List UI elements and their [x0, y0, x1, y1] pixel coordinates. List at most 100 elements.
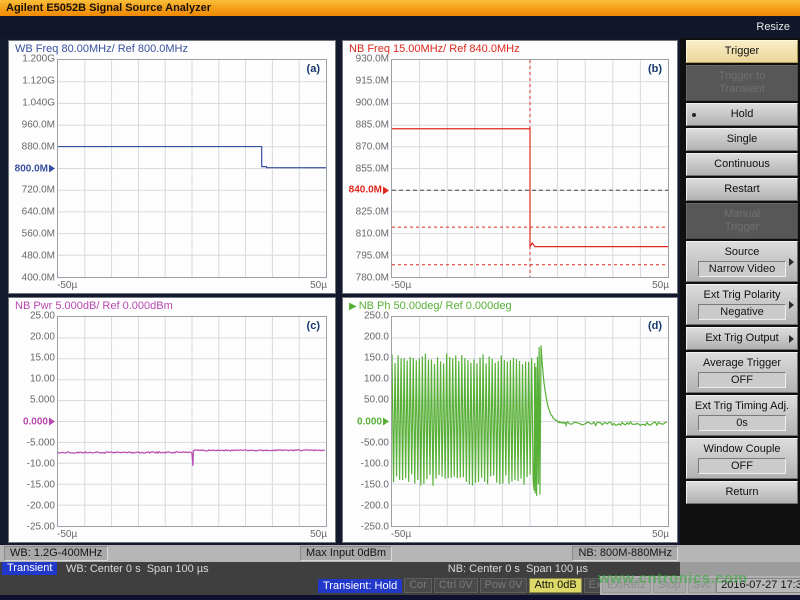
panel-letter-label: (b)	[648, 63, 662, 75]
sidebar-button-label: Ext Trig Output	[689, 332, 795, 345]
y-tick-label: -10.00	[27, 458, 55, 469]
y-tick-label: 825.0M	[356, 207, 389, 218]
y-tick-label: 20.00	[30, 332, 55, 343]
x-tick-label: 50µ	[652, 529, 669, 541]
x-axis-labels: -50µ50µ	[57, 280, 327, 292]
ref-marker-icon	[383, 186, 389, 194]
status-segment-svc: Svc	[688, 578, 716, 593]
datetime-label: 2016-07-27 17:37	[716, 578, 800, 593]
chart-area: WB Freq 80.00MHz/ Ref 800.0MHz1.200G1.12…	[0, 38, 680, 545]
plot-area: (d)	[391, 316, 669, 527]
y-tick-label: 10.00	[30, 374, 55, 385]
mode-badge: Transient	[2, 562, 57, 575]
x-tick-label: -50µ	[57, 529, 77, 541]
sidebar-button-return[interactable]: Return	[686, 481, 798, 504]
sidebar-value-window-couple: OFF	[698, 458, 786, 474]
y-tick-label: 1.040G	[22, 97, 55, 108]
sidebar-value-ext-trig-polarity: Negative	[698, 304, 786, 320]
y-axis-labels: 1.200G1.120G1.040G960.0M880.0M800.0M720.…	[9, 59, 56, 278]
status-segments-dark: CorCtrl 0VPow 0VAttn 0dBExtRef1	[402, 578, 633, 593]
status-bar-right: ExtRef2StopSvc 2016-07-27 17:37	[600, 576, 800, 595]
resize-button[interactable]: Resize	[756, 21, 790, 33]
sidebar-button-label: Restart	[689, 183, 795, 196]
sidebar-button-single[interactable]: Single	[686, 128, 798, 151]
sidebar-value-source: Narrow Video	[698, 261, 786, 277]
status-row-ranges: WB: 1.2G-400MHz Max Input 0dBm NB: 800M-…	[0, 545, 800, 562]
y-tick-label: 1.120G	[22, 75, 55, 86]
sidebar-button-restart[interactable]: Restart	[686, 178, 798, 201]
sidebar-button-source[interactable]: Source Narrow Video	[686, 241, 798, 282]
sidebar-button-manual-trigger: Manual Trigger	[686, 203, 798, 239]
app-window: Agilent E5052B Signal Source Analyzer Re…	[0, 0, 800, 600]
status-row-span-right	[680, 562, 800, 576]
x-tick-label: -50µ	[391, 280, 411, 292]
sidebar-button-label: Hold	[689, 108, 795, 121]
y-tick-label: 915.0M	[356, 75, 389, 86]
status-segment-attn-0db: Attn 0dB	[529, 578, 581, 593]
y-ref-tick-label: 0.000	[357, 416, 389, 427]
sidebar-button-trigger-to-transient: Trigger to Transient	[686, 65, 798, 101]
sidebar-button-ext-trig-timing-adj[interactable]: Ext Trig Timing Adj.0s	[686, 395, 798, 436]
y-tick-label: 150.0	[364, 353, 389, 364]
ref-marker-icon	[49, 418, 55, 426]
y-tick-label: 1.200G	[22, 54, 55, 65]
y-axis-labels: 25.0020.0015.0010.005.0000.000-5.000-10.…	[9, 316, 56, 527]
sidebar-button-average-trigger[interactable]: Average TriggerOFF	[686, 352, 798, 393]
status-segment-ctrl-0v: Ctrl 0V	[434, 578, 478, 593]
y-tick-label: 810.0M	[356, 229, 389, 240]
x-axis-labels: -50µ50µ	[57, 529, 327, 541]
y-tick-label: 720.0M	[22, 185, 55, 196]
trace-nb-ph	[392, 345, 667, 495]
y-tick-label: 50.00	[364, 395, 389, 406]
sidebar-button-label: Source	[689, 246, 795, 259]
status-row-span: Transient WB: Center 0 s Span 100 µs NB:…	[0, 562, 800, 576]
sidebar-button-label: Manual Trigger	[689, 208, 795, 234]
panel-letter-label: (d)	[648, 320, 662, 332]
y-tick-label: 640.0M	[22, 207, 55, 218]
chart-panel-c: NB Pwr 5.000dB/ Ref 0.000dBm25.0020.0015…	[8, 297, 336, 543]
sidebar-button-ext-trig-polarity[interactable]: Ext Trig PolarityNegative	[686, 284, 798, 325]
y-tick-label: 855.0M	[356, 163, 389, 174]
status-segment-stop: Stop	[653, 578, 686, 593]
sidebar-button-window-couple[interactable]: Window Couple OFF	[686, 438, 798, 479]
y-tick-label: 400.0M	[22, 273, 55, 284]
sidebar-value-average-trigger: OFF	[698, 372, 786, 388]
bottom-strip	[0, 595, 800, 600]
x-tick-label: -50µ	[391, 529, 411, 541]
sidebar-button-continuous[interactable]: Continuous	[686, 153, 798, 176]
transient-hold-badge: Transient: Hold	[318, 579, 402, 593]
panel-letter-label: (a)	[307, 63, 320, 75]
x-axis-labels: -50µ 50µ	[391, 280, 669, 292]
submenu-arrow-icon	[789, 301, 794, 309]
status-segment-pow-0v: Pow 0V	[480, 578, 528, 593]
y-tick-label: 250.0	[364, 311, 389, 322]
sidebar-button-label: Window Couple	[689, 443, 795, 456]
status-bar-left: Transient: Hold CorCtrl 0VPow 0VAttn 0dB…	[0, 576, 600, 595]
max-input-label: Max Input 0dBm	[300, 546, 392, 561]
y-tick-label: -5.000	[27, 437, 55, 448]
chart-panel-d: ▶NB Ph 50.00deg/ Ref 0.000deg250.0200.01…	[342, 297, 678, 543]
ref-marker-icon	[49, 165, 55, 173]
x-tick-label: 50µ	[310, 280, 327, 292]
status-segments-light: ExtRef2StopSvc	[600, 578, 716, 593]
y-axis-labels: 250.0200.0150.0100.050.000.000-50.00-100…	[343, 316, 390, 527]
sidebar-button-label: Trigger to Transient	[689, 70, 795, 96]
y-tick-label: 885.0M	[356, 119, 389, 130]
plot-area: (a)	[57, 59, 327, 278]
plot-area: (c)	[57, 316, 327, 527]
nb-range-label: NB: 800M-880MHz	[572, 546, 678, 561]
title-bar: Agilent E5052B Signal Source Analyzer	[0, 0, 800, 16]
y-ref-tick-label: 0.000	[23, 416, 55, 427]
y-tick-label: 200.0	[364, 332, 389, 343]
sidebar-button-trigger[interactable]: Trigger	[686, 40, 798, 63]
y-tick-label: 780.0M	[356, 273, 389, 284]
y-ref-tick-label: 840.0M	[349, 185, 389, 196]
x-tick-label: 50µ	[652, 280, 669, 292]
y-tick-label: 25.00	[30, 311, 55, 322]
top-band: Resize	[0, 16, 800, 38]
sidebar-button-ext-trig-output[interactable]: Ext Trig Output	[686, 327, 798, 350]
sidebar-button-hold[interactable]: Hold	[686, 103, 798, 126]
y-tick-label: -15.00	[27, 479, 55, 490]
status-segment-cor: Cor	[404, 578, 432, 593]
y-tick-label: 15.00	[30, 353, 55, 364]
